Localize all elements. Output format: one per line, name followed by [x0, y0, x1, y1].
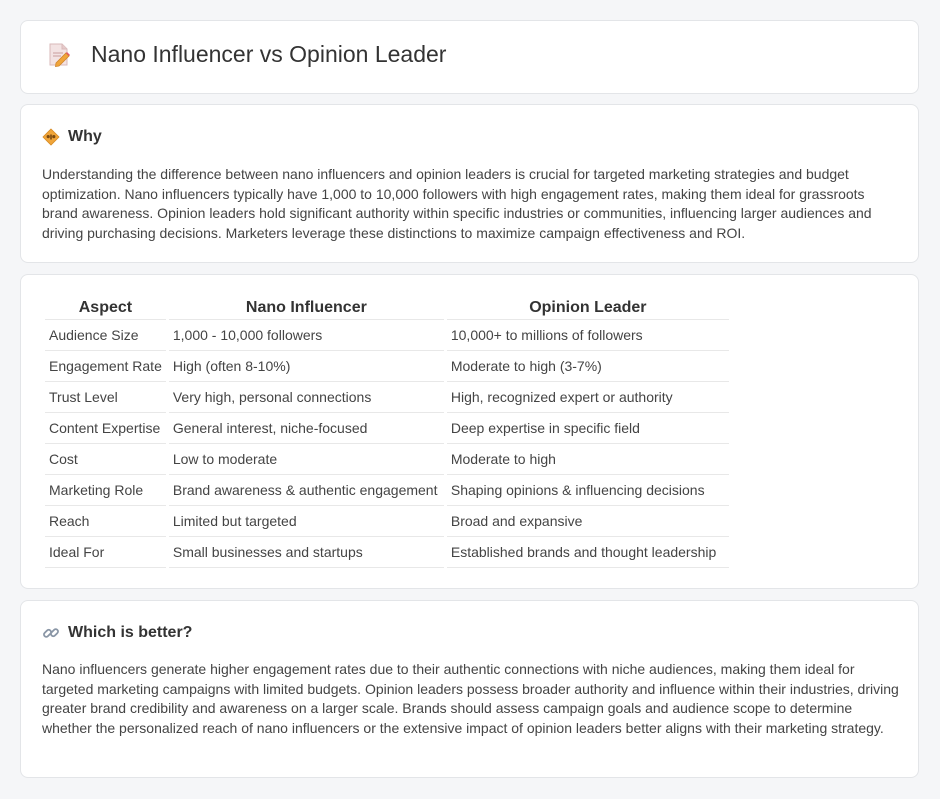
table-cell-nano: Small businesses and startups — [168, 537, 444, 568]
table-header-row: Aspect Nano Influencer Opinion Leader — [45, 295, 729, 320]
table-cell-aspect: Reach — [45, 506, 166, 537]
table-row: Marketing Role Brand awareness & authent… — [45, 475, 729, 506]
why-header: Why — [42, 128, 102, 146]
table-row: Content Expertise General interest, nich… — [45, 413, 729, 444]
table-cell-leader: Broad and expansive — [446, 506, 729, 537]
table-cell-aspect: Engagement Rate — [45, 351, 166, 382]
why-heading: Why — [68, 128, 102, 145]
comparison-section: Aspect Nano Influencer Opinion Leader Au… — [20, 274, 919, 589]
table-cell-nano: Limited but targeted — [168, 506, 444, 537]
table-cell-aspect: Marketing Role — [45, 475, 166, 506]
table-cell-nano: Brand awareness & authentic engagement — [168, 475, 444, 506]
table-row: Audience Size 1,000 - 10,000 followers 1… — [45, 320, 729, 351]
table-cell-nano: 1,000 - 10,000 followers — [168, 320, 444, 351]
table-cell-leader: Moderate to high (3-7%) — [446, 351, 729, 382]
column-header-aspect: Aspect — [45, 295, 166, 320]
table-cell-leader: Established brands and thought leadershi… — [446, 537, 729, 568]
comparison-table: Aspect Nano Influencer Opinion Leader Au… — [42, 295, 732, 568]
column-header-opinion-leader: Opinion Leader — [446, 295, 729, 320]
title-row: Nano Influencer vs Opinion Leader — [47, 41, 446, 68]
table-cell-nano: High (often 8-10%) — [168, 351, 444, 382]
table-cell-leader: 10,000+ to millions of followers — [446, 320, 729, 351]
table-row: Reach Limited but targeted Broad and exp… — [45, 506, 729, 537]
document-edit-icon — [47, 42, 71, 68]
table-cell-aspect: Content Expertise — [45, 413, 166, 444]
better-paragraph: Nano influencers generate higher engagem… — [42, 661, 899, 736]
table-cell-leader: High, recognized expert or authority — [446, 382, 729, 413]
table-cell-nano: Very high, personal connections — [168, 382, 444, 413]
better-heading: Which is better? — [68, 624, 193, 641]
table-cell-leader: Deep expertise in specific field — [446, 413, 729, 444]
which-is-better-section: Which is better? Nano influencers genera… — [20, 600, 919, 778]
table-cell-aspect: Audience Size — [45, 320, 166, 351]
table-cell-aspect: Trust Level — [45, 382, 166, 413]
table-row: Trust Level Very high, personal connecti… — [45, 382, 729, 413]
table-row: Ideal For Small businesses and startups … — [45, 537, 729, 568]
table-cell-leader: Shaping opinions & influencing decisions — [446, 475, 729, 506]
why-paragraph: Understanding the difference between nan… — [42, 166, 872, 241]
table-cell-aspect: Ideal For — [45, 537, 166, 568]
table-row: Cost Low to moderate Moderate to high — [45, 444, 729, 475]
better-header: Which is better? — [42, 624, 192, 642]
table-cell-nano: Low to moderate — [168, 444, 444, 475]
diamond-sign-icon — [42, 128, 60, 146]
link-icon — [42, 624, 60, 642]
title-card: Nano Influencer vs Opinion Leader — [20, 20, 919, 94]
column-header-nano-influencer: Nano Influencer — [168, 295, 444, 320]
table-cell-aspect: Cost — [45, 444, 166, 475]
table-cell-leader: Moderate to high — [446, 444, 729, 475]
why-section: Why Understanding the difference between… — [20, 104, 919, 263]
page-title: Nano Influencer vs Opinion Leader — [91, 41, 447, 67]
table-row: Engagement Rate High (often 8-10%) Moder… — [45, 351, 729, 382]
table-cell-nano: General interest, niche-focused — [168, 413, 444, 444]
